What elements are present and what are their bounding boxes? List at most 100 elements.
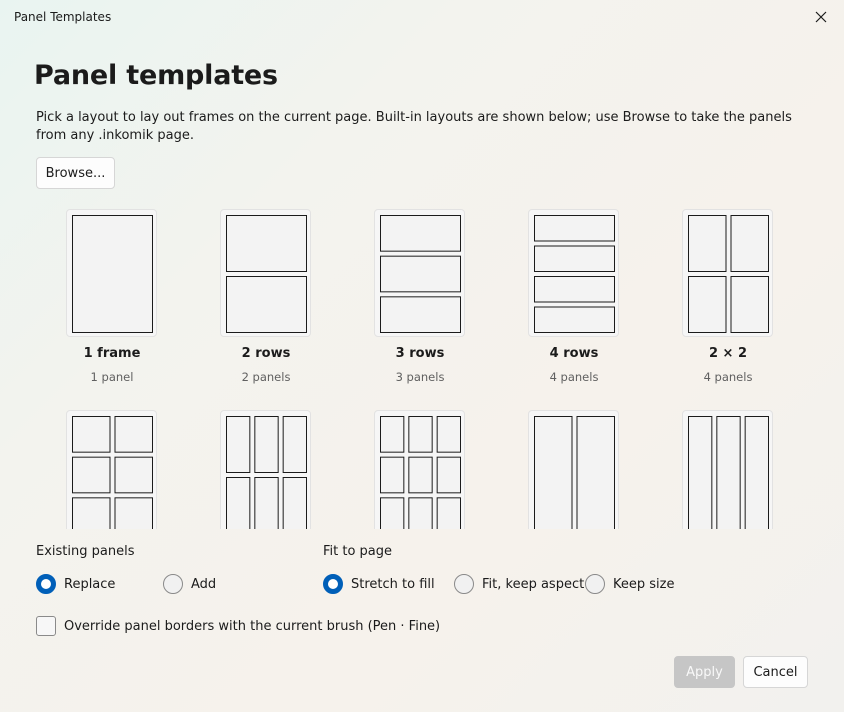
checkbox-label: Override panel borders with the current … bbox=[64, 618, 441, 634]
fit-to-page-label: Fit to page bbox=[323, 544, 393, 559]
panel-frame bbox=[72, 215, 153, 333]
panel-frame bbox=[114, 497, 153, 529]
panel-templates-dialog: Panel Templates Panel templates Pick a l… bbox=[0, 0, 844, 712]
layout-preview bbox=[534, 416, 615, 529]
radio-label: Fit, keep aspect bbox=[482, 576, 585, 592]
template-thumbnail bbox=[66, 410, 157, 529]
panel-frame bbox=[380, 497, 405, 529]
layout-preview bbox=[688, 416, 770, 529]
panel-frame bbox=[744, 416, 770, 529]
panel-frame bbox=[534, 306, 615, 333]
panel-frame bbox=[408, 456, 433, 494]
template-thumbnail bbox=[374, 410, 465, 529]
template-gallery[interactable]: 1 frame 1 panel 2 rows 2 panels 3 rows 3 pane… bbox=[36, 200, 808, 529]
description-text: Pick a layout to lay out frames on the c… bbox=[36, 110, 792, 143]
template-name: 3 rows bbox=[395, 346, 445, 361]
template-thumbnail bbox=[220, 209, 311, 337]
template-name: 2 × 2 bbox=[708, 346, 748, 361]
panel-frame bbox=[72, 456, 111, 494]
panel-frame bbox=[114, 416, 153, 453]
radio-label: Stretch to fill bbox=[351, 576, 435, 592]
panel-frame bbox=[534, 215, 615, 242]
layout-preview bbox=[72, 416, 153, 529]
panel-frame bbox=[72, 416, 111, 453]
panel-frame bbox=[226, 215, 307, 272]
template-tile[interactable]: 2 × 2 4 panels bbox=[652, 200, 806, 395]
panel-frame bbox=[730, 276, 769, 333]
template-name: 1 frame bbox=[83, 346, 141, 361]
template-tile[interactable] bbox=[344, 401, 498, 529]
panel-frame bbox=[380, 215, 461, 252]
radio-indicator bbox=[454, 574, 474, 594]
template-panel-count: 4 panels bbox=[703, 370, 753, 384]
close-icon bbox=[815, 11, 827, 23]
panel-frame bbox=[380, 456, 405, 494]
radio-indicator bbox=[163, 574, 183, 594]
panel-frame bbox=[226, 477, 251, 529]
panel-frame bbox=[688, 215, 727, 272]
panel-frame bbox=[688, 416, 713, 529]
template-thumbnail bbox=[682, 410, 773, 529]
panel-frame bbox=[534, 245, 615, 272]
panel-frame bbox=[534, 276, 615, 303]
panel-frame bbox=[282, 477, 308, 529]
layout-preview bbox=[534, 215, 615, 333]
fit-stretch-radio[interactable]: Stretch to fill bbox=[323, 572, 435, 596]
panel-frame bbox=[688, 276, 727, 333]
layout-preview bbox=[226, 215, 307, 333]
radio-indicator bbox=[323, 574, 343, 594]
template-tile[interactable]: 1 frame 1 panel bbox=[36, 200, 190, 395]
template-tile[interactable] bbox=[36, 401, 190, 529]
window-title: Panel Templates bbox=[14, 10, 112, 24]
fit-keep-aspect-radio[interactable]: Fit, keep aspect bbox=[454, 572, 584, 596]
cancel-button[interactable]: Cancel bbox=[743, 656, 808, 688]
panel-frame bbox=[534, 416, 573, 529]
template-tile[interactable]: 4 rows 4 panels bbox=[498, 200, 652, 395]
template-tile[interactable] bbox=[498, 401, 652, 529]
panel-frame bbox=[436, 416, 462, 453]
template-tile[interactable]: 2 rows 2 panels bbox=[190, 200, 344, 395]
existing-add-radio[interactable]: Add bbox=[163, 572, 216, 596]
panel-frame bbox=[408, 497, 433, 529]
template-thumbnail bbox=[220, 410, 311, 529]
panel-frame bbox=[730, 215, 769, 272]
panel-frame bbox=[408, 416, 433, 453]
page-title: Panel templates bbox=[34, 60, 278, 91]
override-borders-checkbox[interactable]: Override panel borders with the current … bbox=[36, 616, 440, 636]
template-thumbnail bbox=[682, 209, 773, 337]
layout-preview bbox=[688, 215, 769, 333]
layout-preview bbox=[380, 215, 461, 334]
template-panel-count: 2 panels bbox=[241, 370, 291, 384]
panel-frame bbox=[716, 416, 741, 529]
panel-frame bbox=[380, 416, 405, 453]
radio-label: Add bbox=[191, 576, 217, 592]
template-name: 2 rows bbox=[241, 346, 291, 361]
template-panel-count: 1 panel bbox=[90, 370, 134, 384]
layout-preview bbox=[226, 416, 308, 529]
radio-label: Replace bbox=[64, 576, 116, 592]
panel-frame bbox=[576, 416, 615, 529]
template-tile[interactable] bbox=[652, 401, 806, 529]
checkbox-box bbox=[36, 616, 56, 636]
template-tile[interactable] bbox=[190, 401, 344, 529]
fit-keep-size-radio[interactable]: Keep size bbox=[585, 572, 674, 596]
template-tile[interactable]: 3 rows 3 panels bbox=[344, 200, 498, 395]
panel-frame bbox=[254, 416, 279, 473]
close-button[interactable] bbox=[806, 4, 836, 30]
template-name: 4 rows bbox=[549, 346, 599, 361]
template-panel-count: 4 panels bbox=[549, 370, 599, 384]
panel-frame bbox=[72, 497, 111, 529]
panel-frame bbox=[436, 497, 462, 529]
template-thumbnail bbox=[528, 410, 619, 529]
existing-replace-radio[interactable]: Replace bbox=[36, 572, 115, 596]
panel-frame bbox=[114, 456, 153, 494]
template-thumbnail bbox=[374, 209, 465, 337]
radio-label: Keep size bbox=[613, 576, 675, 592]
existing-panels-label: Existing panels bbox=[36, 544, 135, 559]
radio-indicator bbox=[36, 574, 56, 594]
browse-button[interactable]: Browse... bbox=[36, 157, 115, 189]
layout-preview bbox=[380, 416, 462, 529]
apply-button[interactable]: Apply bbox=[674, 656, 735, 688]
template-thumbnail bbox=[66, 209, 157, 337]
panel-frame bbox=[380, 296, 461, 334]
